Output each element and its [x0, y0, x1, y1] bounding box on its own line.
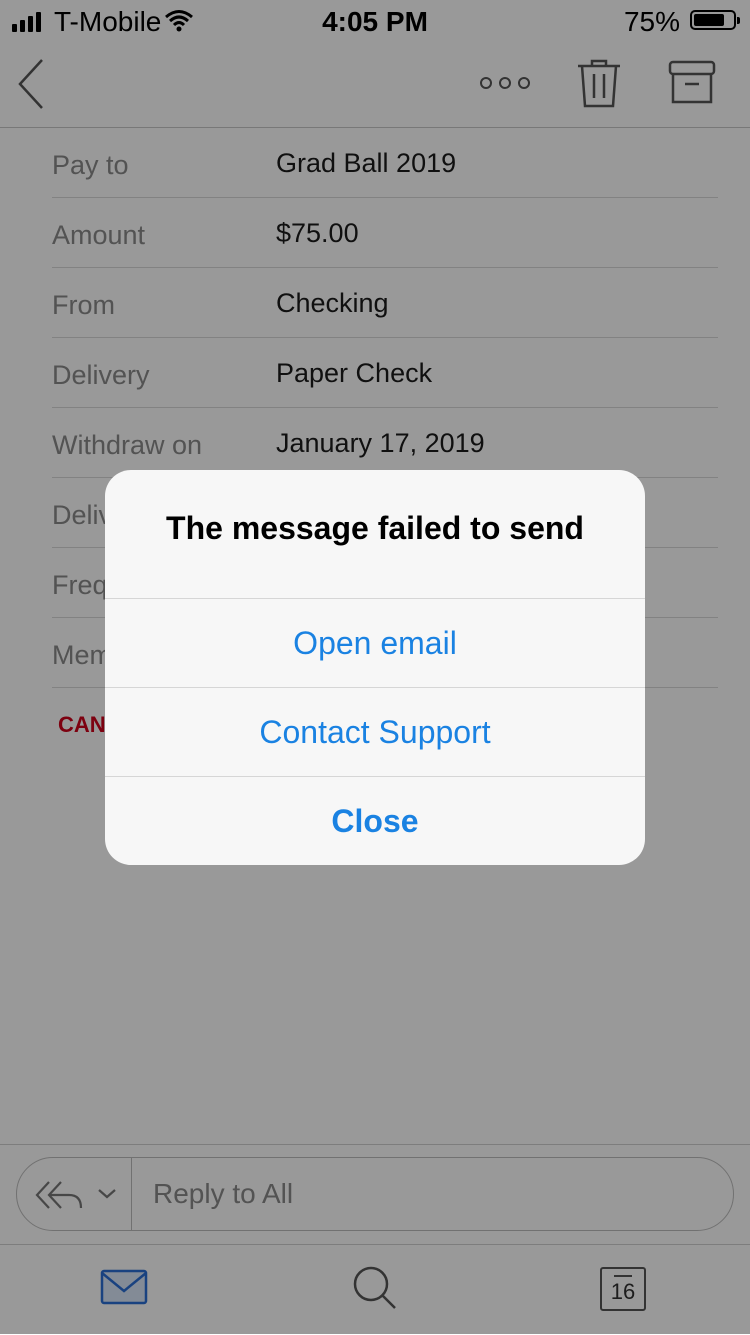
contact-support-button[interactable]: Contact Support	[105, 687, 645, 775]
open-email-button[interactable]: Open email	[105, 598, 645, 686]
close-button[interactable]: Close	[105, 776, 645, 864]
alert-dialog: The message failed to send Open email Co…	[105, 470, 645, 865]
alert-title: The message failed to send	[166, 510, 584, 546]
